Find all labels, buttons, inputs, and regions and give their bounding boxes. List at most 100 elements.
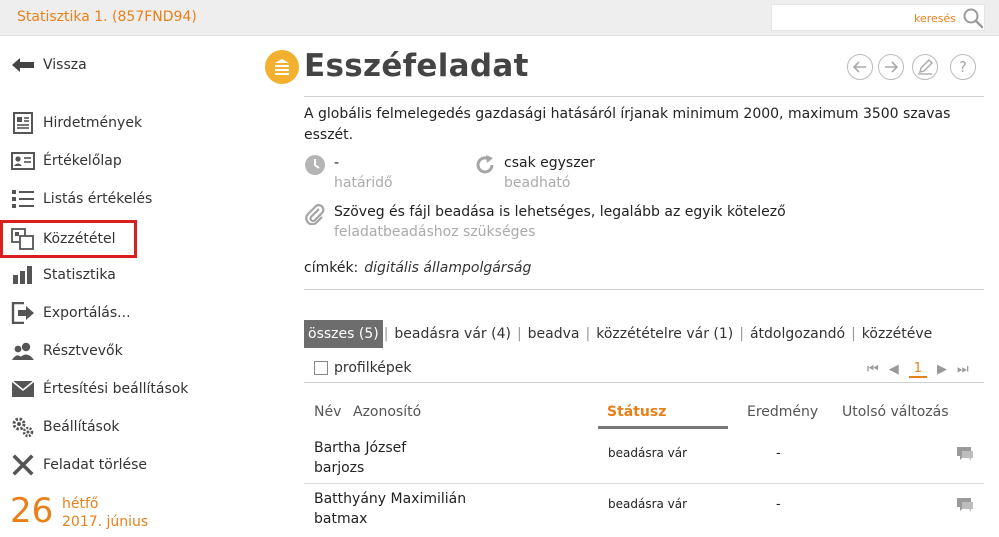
next-button[interactable] (878, 54, 904, 80)
search-box[interactable] (771, 4, 985, 31)
submission-requirement: Szöveg és fájl beadása is lehetséges, le… (304, 202, 786, 242)
course-title[interactable]: Statisztika 1. (857FND94) (17, 9, 197, 25)
sidebar: Vissza Hirdetmények Értékelőlap Listás é… (0, 36, 262, 537)
sidebar-item-statisztika[interactable]: Statisztika (10, 261, 116, 289)
profile-images-label: profilképek (334, 360, 412, 376)
top-bar: Statisztika 1. (857FND94) (0, 0, 999, 36)
sort-indicator (598, 426, 728, 429)
deadline-label: határidő (334, 175, 393, 191)
filter-separator: | (851, 326, 856, 342)
refresh-icon (476, 155, 494, 174)
tag-link[interactable]: digitális állampolgárság (364, 260, 531, 276)
filter-separator: | (516, 326, 522, 342)
filter-all[interactable]: összes (5) (304, 320, 383, 348)
date-weekday: hétfő (62, 496, 99, 512)
last-page-icon[interactable]: ⏭ (957, 362, 969, 377)
sidebar-item-label: Résztvevők (43, 343, 123, 359)
page-title: Esszéfeladat (304, 48, 529, 84)
date-day: 26 (10, 491, 54, 531)
question-icon: ? (959, 58, 967, 76)
sidebar-item-feladat-torlese[interactable]: Feladat törlése (10, 451, 147, 479)
sidebar-item-label: Közzététel (43, 231, 116, 247)
sidebar-item-label: Értesítési beállítások (43, 381, 189, 397)
id-card-icon (10, 150, 35, 172)
mail-icon (10, 378, 35, 400)
sidebar-item-exportalas[interactable]: Exportálás... (10, 299, 131, 327)
back-label: Vissza (43, 57, 87, 73)
status-filter-bar: összes (5) | beadásra vár (4) | beadva |… (304, 320, 937, 348)
row-result: - (776, 497, 781, 512)
column-header-id[interactable]: Azonosító (353, 404, 421, 420)
filter-separator: | (739, 326, 744, 342)
filter-awaiting-submission[interactable]: beadásra vár (4) (389, 320, 516, 348)
filter-to-revise[interactable]: átdolgozandó (745, 320, 850, 348)
filter-submitted[interactable]: beadva (523, 320, 585, 348)
sidebar-item-label: Beállítások (43, 419, 120, 435)
x-icon (10, 454, 35, 476)
publish-icon (10, 228, 35, 250)
profile-images-toggle[interactable]: profilképek (314, 360, 411, 376)
export-icon (10, 302, 35, 324)
submission-label: beadható (504, 175, 571, 191)
column-header-result[interactable]: Eredmény (747, 404, 818, 420)
sidebar-item-resztvevok[interactable]: Résztvevők (10, 337, 123, 365)
arrow-left-icon (853, 61, 866, 73)
submission-info: csak egyszer beadható (474, 153, 595, 193)
column-header-name[interactable]: Név (314, 404, 341, 420)
sidebar-item-label: Feladat törlése (43, 457, 147, 473)
deadline-info: - határidő (304, 153, 393, 193)
filter-separator: | (585, 326, 591, 342)
edit-button[interactable] (912, 54, 938, 80)
previous-button[interactable] (847, 54, 873, 80)
row-result: - (776, 446, 781, 461)
column-header-last-change[interactable]: Utolsó változás (842, 404, 949, 420)
filter-awaiting-publication[interactable]: közzétételre vár (1) (591, 320, 738, 348)
sidebar-item-label: Listás értékelés (43, 191, 153, 207)
gears-icon (10, 416, 35, 438)
pencil-icon (918, 59, 933, 75)
help-button[interactable]: ? (950, 54, 976, 80)
arrow-right-icon (885, 61, 898, 73)
tags: címkék: digitális állampolgárság (304, 260, 531, 276)
sidebar-item-label: Értékelőlap (43, 153, 122, 169)
sidebar-item-label: Statisztika (43, 267, 116, 283)
next-page-icon[interactable]: ▶ (937, 362, 947, 377)
clock-icon (305, 155, 325, 175)
sidebar-item-listas-ertekeles[interactable]: Listás értékelés (10, 185, 152, 213)
filter-separator: | (383, 326, 389, 342)
back-link[interactable]: Vissza (10, 51, 87, 79)
tags-label: címkék: (304, 260, 359, 276)
title-divider (304, 96, 984, 97)
table-row[interactable]: Bartha József barjozs beadásra vár - (304, 432, 984, 482)
sidebar-item-ertekelolap[interactable]: Értékelőlap (10, 147, 122, 175)
comment-icon[interactable] (956, 446, 974, 462)
row-status: beadásra vár (608, 497, 688, 511)
sidebar-item-beallitasok[interactable]: Beállítások (10, 413, 120, 441)
arrow-left-icon (10, 54, 35, 76)
requirement-value: Szöveg és fájl beadása is lehetséges, le… (334, 204, 786, 220)
comment-icon[interactable] (956, 497, 974, 513)
column-header-status[interactable]: Státusz (607, 404, 666, 420)
main-content: Esszéfeladat ? A globális felmelegedés g… (262, 36, 999, 537)
sidebar-item-ertesitesi-beallitasok[interactable]: Értesítési beállítások (10, 375, 188, 403)
table-row[interactable]: Batthyány Maximilián batmax beadásra vár… (304, 483, 984, 533)
filter-published[interactable]: közzétéve (857, 320, 938, 348)
section-divider (304, 289, 984, 290)
current-date: 26 hétfő 2017. június (10, 492, 148, 531)
search-input[interactable] (776, 9, 956, 27)
row-status: beadásra vár (608, 446, 688, 460)
prev-page-icon[interactable]: ◀ (889, 362, 899, 377)
first-page-icon[interactable]: ⏮ (867, 362, 879, 377)
sidebar-item-hirdetmenyek[interactable]: Hirdetmények (10, 109, 142, 137)
current-page[interactable]: 1 (908, 361, 927, 378)
student-id: batmax (314, 511, 368, 527)
deadline-value: - (334, 155, 340, 171)
sidebar-item-kozzetetel[interactable]: Közzététel (0, 220, 137, 258)
essay-task-icon (265, 50, 299, 84)
bar-chart-icon (10, 264, 35, 286)
profile-images-checkbox[interactable] (314, 361, 328, 375)
pagination: ⏮ ◀ 1 ▶ ⏭ (862, 361, 974, 378)
document-icon (10, 112, 35, 134)
search-icon[interactable] (962, 7, 984, 29)
users-icon (10, 340, 35, 362)
